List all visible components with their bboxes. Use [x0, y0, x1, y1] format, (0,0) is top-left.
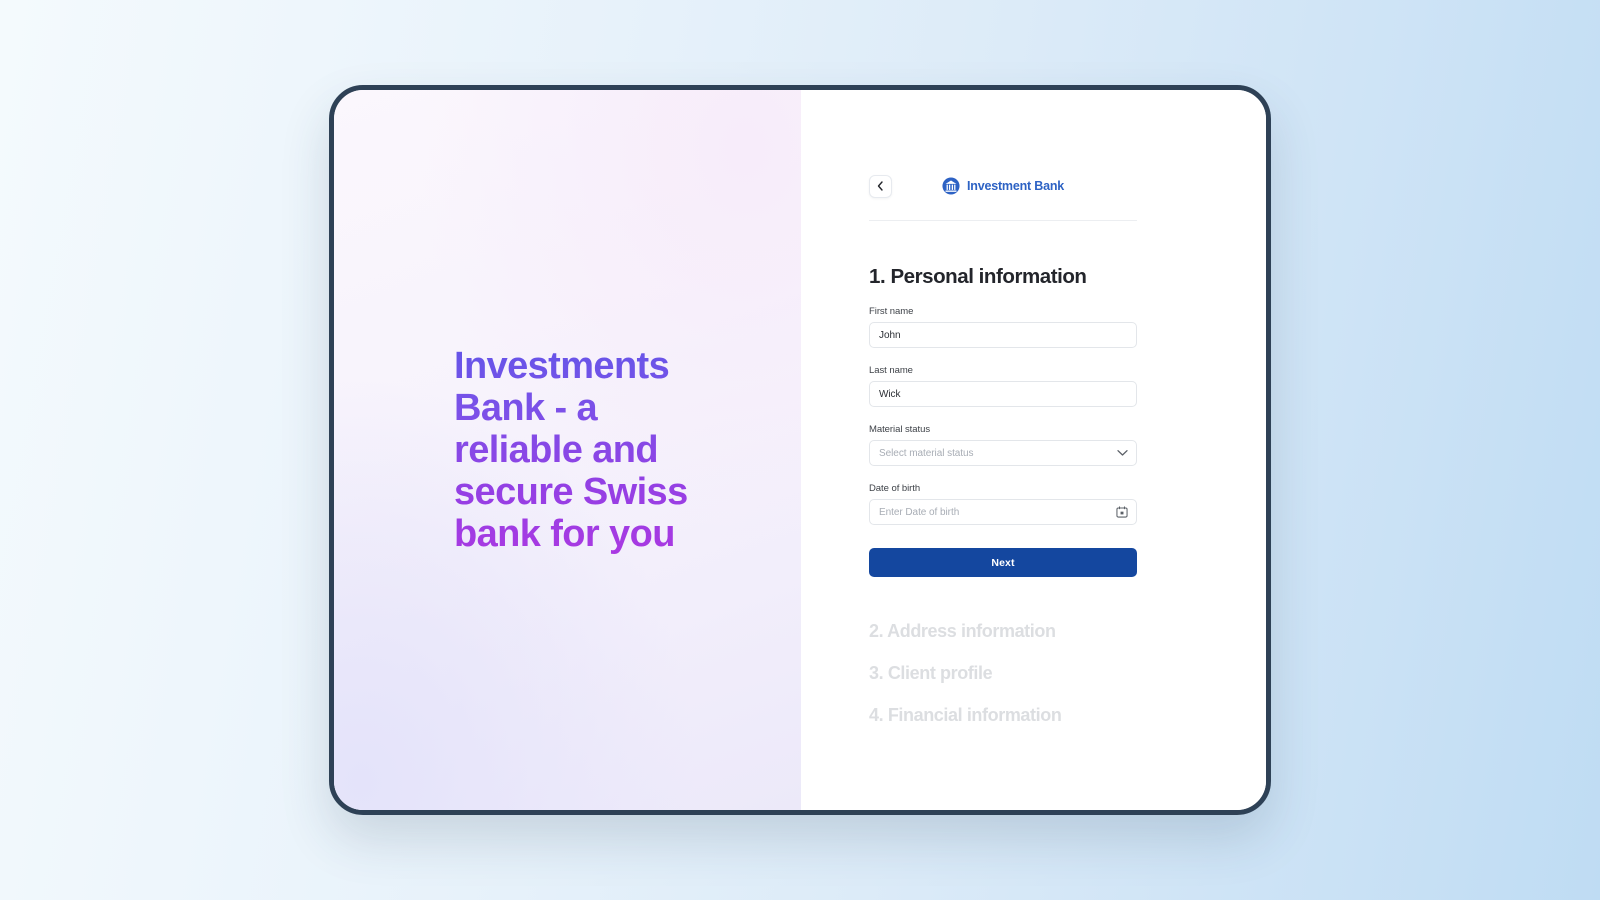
step-address-information[interactable]: 2. Address information — [869, 621, 1137, 642]
material-status-label: Material status — [869, 424, 931, 435]
chevron-left-icon — [877, 181, 884, 191]
material-status-select[interactable]: Select material status — [869, 440, 1137, 466]
first-name-input[interactable]: John — [869, 322, 1137, 348]
last-name-input[interactable]: Wick — [869, 381, 1137, 407]
back-button[interactable] — [869, 174, 892, 198]
step-financial-information[interactable]: 4. Financial information — [869, 705, 1137, 726]
date-of-birth-label: Date of birth — [869, 483, 921, 494]
next-button[interactable]: Next — [869, 548, 1137, 577]
material-status-value: Select material status — [879, 447, 974, 459]
field-material-status: Material status Select material status — [869, 424, 1137, 466]
calendar-icon[interactable] — [1116, 506, 1128, 518]
app-window: Investments Bank - a reliable and secure… — [329, 85, 1271, 815]
first-name-value: John — [879, 329, 901, 341]
date-of-birth-input[interactable]: Enter Date of birth — [869, 499, 1137, 525]
inactive-steps-list: 2. Address information 3. Client profile… — [869, 621, 1137, 726]
last-name-label: Last name — [869, 365, 913, 376]
brand-name: Investment Bank — [966, 179, 1065, 193]
field-last-name: Last name Wick — [869, 365, 1137, 407]
field-date-of-birth: Date of birth Enter Date of birth — [869, 483, 1137, 525]
field-first-name: First name John — [869, 306, 1137, 348]
page-title: 1. Personal information — [869, 265, 1087, 288]
step-client-profile[interactable]: 3. Client profile — [869, 663, 1137, 684]
brand-lockup: Investment Bank — [869, 177, 1137, 195]
hero-headline: Investments Bank - a reliable and secure… — [454, 345, 699, 556]
last-name-value: Wick — [879, 388, 901, 400]
onboarding-form-panel: Investment Bank 1. Personal information … — [801, 90, 1266, 810]
chevron-down-icon[interactable] — [1117, 450, 1128, 457]
header-divider — [869, 220, 1137, 221]
date-of-birth-value: Enter Date of birth — [879, 506, 960, 518]
first-name-label: First name — [869, 306, 914, 317]
hero-panel: Investments Bank - a reliable and secure… — [334, 90, 801, 810]
bank-building-icon — [942, 177, 960, 195]
form-header: Investment Bank — [869, 172, 1137, 200]
